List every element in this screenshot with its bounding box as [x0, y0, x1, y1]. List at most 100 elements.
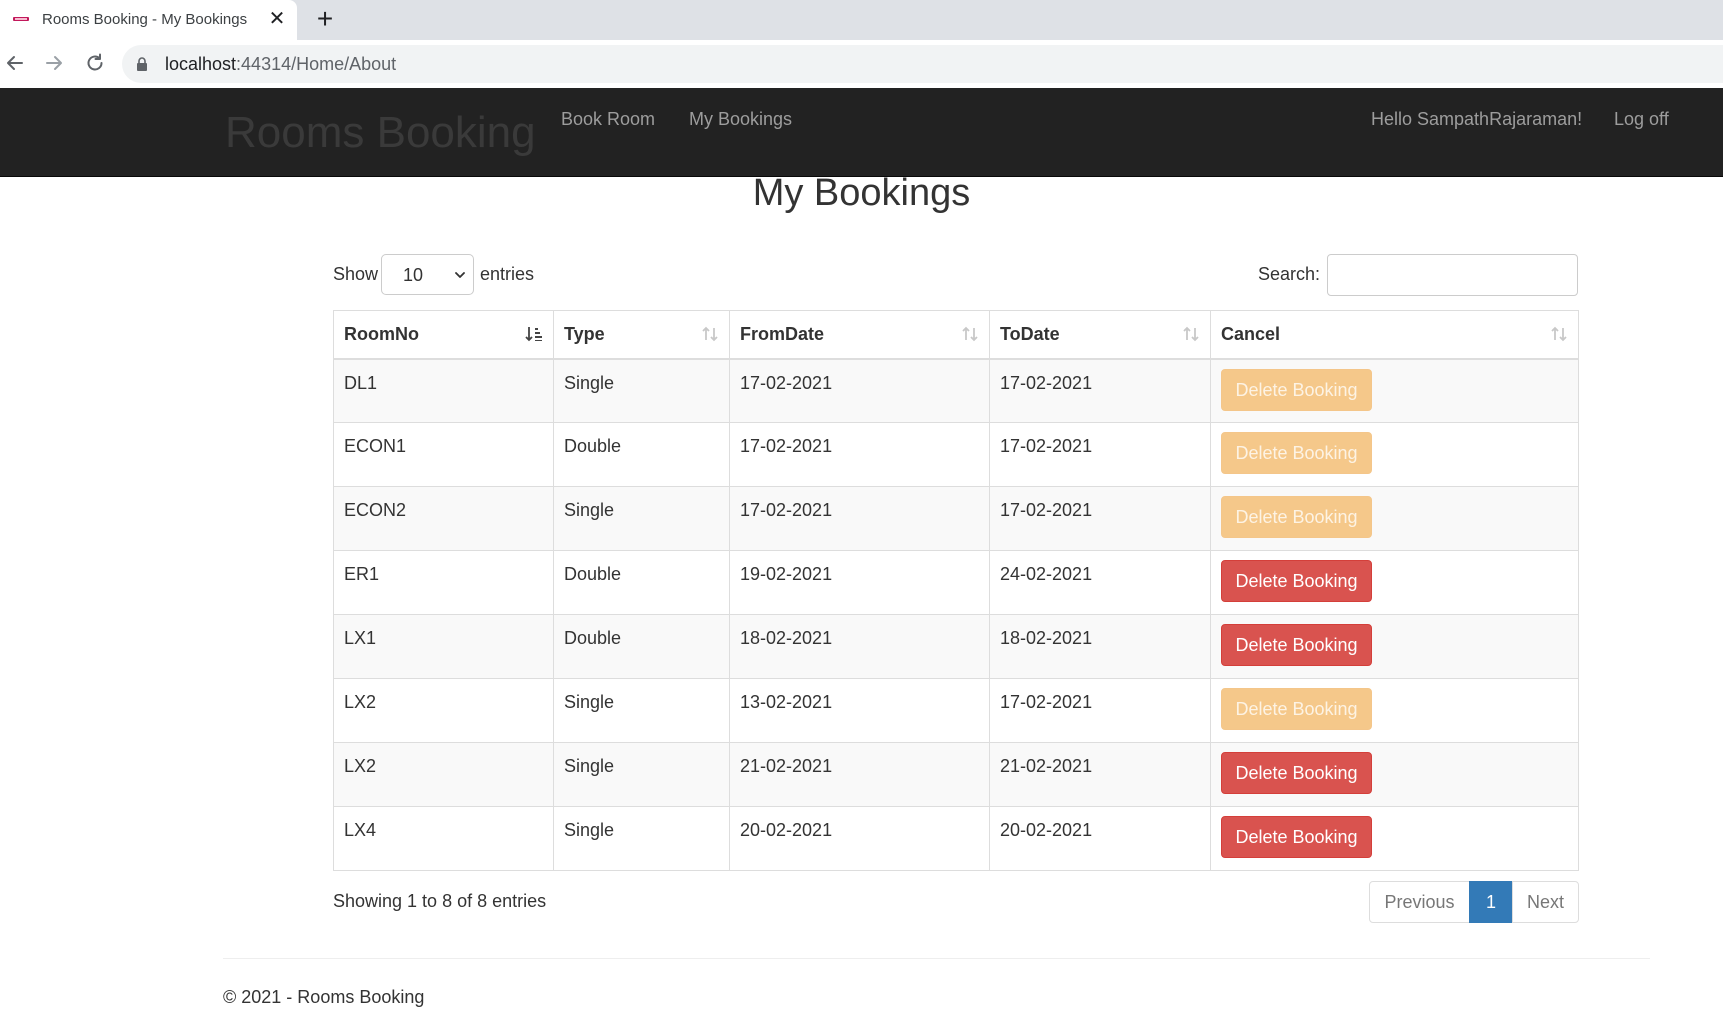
cell-type: Single: [553, 806, 730, 871]
column-header-fromdate[interactable]: FromDate: [729, 310, 990, 360]
sort-both-icon: [1551, 326, 1567, 342]
page-length-select[interactable]: 10: [381, 254, 474, 295]
page-title: My Bookings: [752, 172, 971, 214]
table-row: ER1 Double 19-02-2021 24-02-2021 Delete …: [333, 550, 1579, 615]
site-favicon-icon: [13, 17, 29, 21]
cell-cancel: Delete Booking: [1210, 678, 1579, 743]
cell-fromdate: 19-02-2021: [729, 550, 990, 615]
cell-roomno: ECON1: [333, 422, 554, 487]
cell-todate: 17-02-2021: [989, 678, 1211, 743]
cell-type: Single: [553, 358, 730, 423]
column-header-cancel[interactable]: Cancel: [1210, 310, 1579, 360]
delete-booking-button[interactable]: Delete Booking: [1221, 688, 1372, 730]
chevron-down-icon: [455, 272, 465, 278]
cell-roomno: ECON2: [333, 486, 554, 551]
cell-todate: 17-02-2021: [989, 486, 1211, 551]
cell-roomno: ER1: [333, 550, 554, 615]
nav-user-greeting[interactable]: Hello SampathRajaraman!: [1371, 109, 1582, 130]
cell-todate: 24-02-2021: [989, 550, 1211, 615]
delete-booking-button[interactable]: Delete Booking: [1221, 624, 1372, 666]
forward-arrow-icon[interactable]: [42, 51, 66, 75]
column-header-roomno[interactable]: RoomNo: [333, 310, 554, 360]
delete-booking-button[interactable]: Delete Booking: [1221, 368, 1372, 411]
browser-tab-strip: Rooms Booking - My Bookings ✕ +: [0, 0, 1723, 40]
column-header-todate[interactable]: ToDate: [989, 310, 1211, 360]
cell-todate: 17-02-2021: [989, 422, 1211, 487]
cell-type: Single: [553, 678, 730, 743]
cell-todate: 20-02-2021: [989, 806, 1211, 871]
cell-roomno: LX1: [333, 614, 554, 679]
nav-link-book-room[interactable]: Book Room: [561, 109, 655, 130]
new-tab-icon[interactable]: +: [311, 5, 339, 33]
navbar-brand[interactable]: Rooms Booking: [225, 108, 536, 158]
cell-todate: 17-02-2021: [989, 358, 1211, 423]
table-row: LX1 Double 18-02-2021 18-02-2021 Delete …: [333, 614, 1579, 679]
cell-fromdate: 17-02-2021: [729, 422, 990, 487]
cell-fromdate: 13-02-2021: [729, 678, 990, 743]
delete-booking-button[interactable]: Delete Booking: [1221, 752, 1372, 794]
sort-both-icon: [702, 326, 718, 342]
column-header-label: Type: [564, 323, 605, 344]
table-row: LX4 Single 20-02-2021 20-02-2021 Delete …: [333, 806, 1579, 871]
delete-booking-button[interactable]: Delete Booking: [1221, 432, 1372, 474]
sort-ascending-icon: [525, 327, 542, 342]
page-length-value: 10: [403, 265, 424, 285]
bookings-table: RoomNo Type FromDate ToDate Cancel DL1 S…: [333, 310, 1579, 871]
nav-link-my-bookings[interactable]: My Bookings: [689, 109, 792, 130]
table-row: ECON1 Double 17-02-2021 17-02-2021 Delet…: [333, 422, 1579, 487]
show-label: Show: [333, 264, 379, 284]
cell-roomno: DL1: [333, 358, 554, 423]
back-arrow-icon[interactable]: [3, 51, 27, 75]
column-header-type[interactable]: Type: [553, 310, 730, 360]
table-row: ECON2 Single 17-02-2021 17-02-2021 Delet…: [333, 486, 1579, 551]
cell-todate: 21-02-2021: [989, 742, 1211, 807]
cell-fromdate: 21-02-2021: [729, 742, 990, 807]
cell-cancel: Delete Booking: [1210, 614, 1579, 679]
cell-todate: 18-02-2021: [989, 614, 1211, 679]
cell-cancel: Delete Booking: [1210, 806, 1579, 871]
cell-cancel: Delete Booking: [1210, 550, 1579, 615]
lock-icon: [137, 57, 147, 71]
column-header-label: FromDate: [740, 323, 825, 344]
cell-cancel: Delete Booking: [1210, 422, 1579, 487]
reload-icon[interactable]: [83, 51, 107, 75]
cell-type: Double: [553, 550, 730, 615]
table-row: LX2 Single 13-02-2021 17-02-2021 Delete …: [333, 678, 1579, 743]
cell-cancel: Delete Booking: [1210, 742, 1579, 807]
column-header-label: Cancel: [1221, 323, 1281, 344]
cell-type: Double: [553, 614, 730, 679]
pagination-next[interactable]: Next: [1512, 881, 1579, 923]
sort-both-icon: [1183, 326, 1199, 342]
cell-type: Single: [553, 742, 730, 807]
tab-title: Rooms Booking - My Bookings: [42, 11, 248, 28]
cell-fromdate: 20-02-2021: [729, 806, 990, 871]
cell-type: Single: [553, 486, 730, 551]
search-label: Search:: [1258, 264, 1321, 284]
search-input[interactable]: [1327, 254, 1578, 296]
close-icon[interactable]: ✕: [266, 8, 288, 30]
pagination-previous[interactable]: Previous: [1369, 881, 1470, 923]
nav-logoff-link[interactable]: Log off: [1614, 109, 1669, 130]
cell-cancel: Delete Booking: [1210, 358, 1579, 423]
column-header-label: RoomNo: [344, 323, 419, 344]
address-bar[interactable]: localhost:44314/Home/About: [122, 45, 1723, 83]
column-header-label: ToDate: [1000, 323, 1060, 344]
cell-cancel: Delete Booking: [1210, 486, 1579, 551]
cell-roomno: LX2: [333, 742, 554, 807]
cell-type: Double: [553, 422, 730, 487]
sort-both-icon: [962, 326, 978, 342]
cell-roomno: LX2: [333, 678, 554, 743]
delete-booking-button[interactable]: Delete Booking: [1221, 816, 1372, 858]
table-row: DL1 Single 17-02-2021 17-02-2021 Delete …: [333, 358, 1579, 423]
delete-booking-button[interactable]: Delete Booking: [1221, 496, 1372, 538]
cell-roomno: LX4: [333, 806, 554, 871]
browser-tab[interactable]: Rooms Booking - My Bookings ✕: [0, 0, 297, 40]
table-header-row: RoomNo Type FromDate ToDate Cancel: [333, 310, 1579, 360]
delete-booking-button[interactable]: Delete Booking: [1221, 560, 1372, 602]
browser-toolbar: localhost:44314/Home/About: [0, 40, 1723, 89]
pagination: Previous 1 Next: [1369, 881, 1579, 923]
url-text: localhost:44314/Home/About: [165, 54, 397, 74]
cell-fromdate: 17-02-2021: [729, 486, 990, 551]
pagination-page-1[interactable]: 1: [1469, 881, 1513, 923]
entries-label: entries: [480, 264, 535, 284]
